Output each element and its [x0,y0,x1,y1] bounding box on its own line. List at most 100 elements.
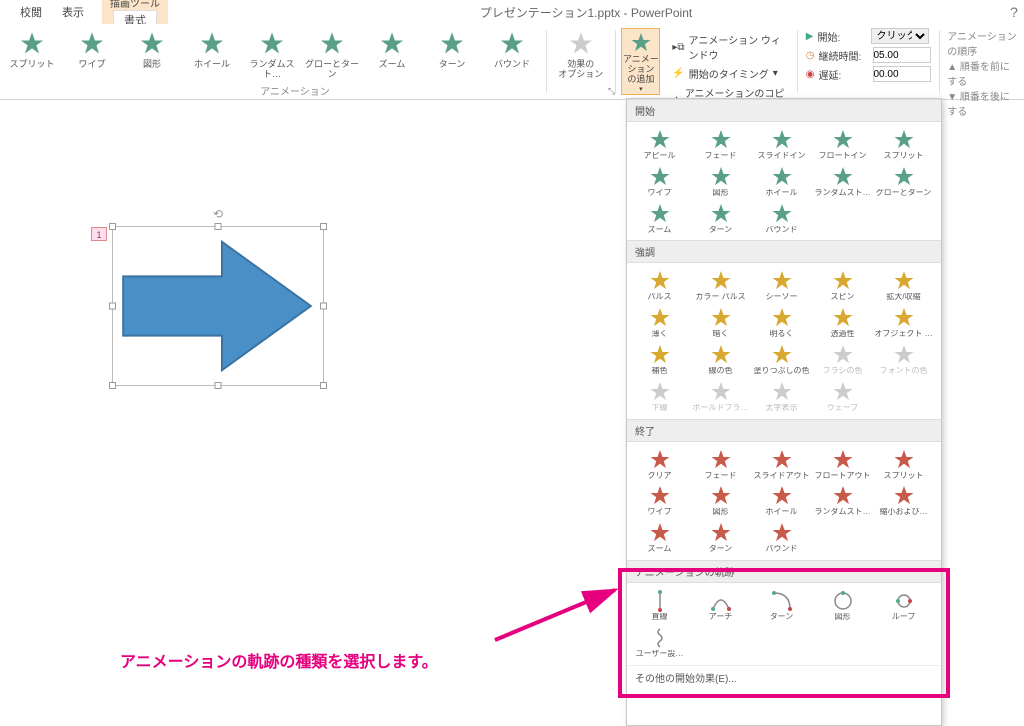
help-button[interactable]: ? [1004,4,1024,20]
dialog-launcher-icon[interactable]: ⤡ [608,86,615,97]
motion-effect[interactable]: ターン [751,587,812,624]
move-later-button[interactable]: ▼ 順番を後にする [947,88,1018,118]
tab-review[interactable]: 校閲 [10,0,52,24]
effect-options-button[interactable]: 効果の オプション [551,28,611,80]
document-title: プレゼンテーション1.pptx - PowerPoint [168,4,1004,21]
pane-icon: ▸⧉ [672,42,684,53]
more-effects[interactable]: その他の開始効果(E)... [627,665,941,689]
emphasis-effect[interactable]: 補色 [629,341,690,378]
emphasis-effect: ブラシの色 [812,341,873,378]
resize-handle[interactable] [215,223,222,230]
entrance-effect[interactable]: グローとターン [873,163,934,200]
start-label: 開始: [817,29,867,44]
trigger-button[interactable]: ⚡開始のタイミング ▾ [672,66,785,81]
emphasis-effect[interactable]: 透過性 [812,304,873,341]
resize-handle[interactable] [320,382,327,389]
exit-effect[interactable]: ターン [690,519,751,556]
emphasis-effect: 下線 [629,378,690,415]
gallery-item[interactable]: ランダムスト… [242,28,302,80]
exit-effect[interactable]: ワイプ [629,482,690,519]
emphasis-effect[interactable]: 線の色 [690,341,751,378]
entrance-effect[interactable]: フロートイン [812,126,873,163]
tool-context-label: 描画ツール [110,0,160,10]
emphasis-effect[interactable]: 暗く [690,304,751,341]
start-select[interactable]: クリック時 [871,28,929,44]
emphasis-effect[interactable]: 塗りつぶしの色 [751,341,812,378]
title-bar: 校閲 表示 描画ツール 書式 プレゼンテーション1.pptx - PowerPo… [0,0,1024,24]
emphasis-effect: ウェーブ [812,378,873,415]
gallery-item[interactable]: バウンド [482,28,542,70]
motion-effect[interactable]: ユーザー設… [629,624,690,661]
emphasis-effect[interactable]: 拡大/収縮 [873,267,934,304]
exit-effect[interactable]: ホイール [751,482,812,519]
motion-effect[interactable]: ループ [873,587,934,624]
animation-pane-button[interactable]: ▸⧉アニメーション ウィンドウ [672,32,785,62]
gallery-item[interactable]: ホイール [182,28,242,70]
arrow-shape-icon [113,227,323,385]
animation-tag[interactable]: 1 [91,227,107,241]
selected-shape[interactable]: 1 ⟲ [112,226,324,386]
duration-input[interactable] [873,47,931,63]
play-icon: ▶ [806,31,814,42]
timing-panel: ▶ 開始: クリック時 ◷ 継続時間: ◉ 遅延: [800,24,937,99]
section-entrance: 開始 [627,99,941,122]
exit-effect[interactable]: ズーム [629,519,690,556]
exit-effect[interactable]: クリア [629,446,690,483]
emphasis-effect[interactable]: スピン [812,267,873,304]
entrance-effect[interactable]: バウンド [751,200,812,237]
duration-label: 継続時間: [819,48,869,63]
gallery-item[interactable]: ターン [422,28,482,70]
entrance-effect[interactable]: フェード [690,126,751,163]
exit-effect[interactable]: 縮小および… [873,482,934,519]
entrance-effect[interactable]: ワイプ [629,163,690,200]
move-earlier-button[interactable]: ▲ 順番を前にする [947,58,1018,88]
resize-handle[interactable] [109,303,116,310]
resize-handle[interactable] [215,382,222,389]
exit-effect[interactable]: バウンド [751,519,812,556]
gallery-item[interactable]: ズーム [362,28,422,70]
annotation-text: アニメーションの軌跡の種類を選択します。 [120,648,438,672]
entrance-effect[interactable]: ホイール [751,163,812,200]
entrance-effect[interactable]: ターン [690,200,751,237]
emphasis-effect[interactable]: 薄く [629,304,690,341]
emphasis-effect: 太字表示 [751,378,812,415]
tab-view[interactable]: 表示 [52,0,94,24]
exit-effect[interactable]: ランダムスト… [812,482,873,519]
entrance-effect[interactable]: ランダムスト… [812,163,873,200]
delay-input[interactable] [873,66,931,82]
resize-handle[interactable] [109,382,116,389]
entrance-effect[interactable]: スプリット [873,126,934,163]
emphasis-effect[interactable]: シーソー [751,267,812,304]
rotation-handle[interactable]: ⟲ [213,207,223,221]
entrance-effect[interactable]: アピール [629,126,690,163]
add-animation-button[interactable]: アニメーション の追加 ▾ [621,28,660,95]
exit-effect[interactable]: フロートアウト [812,446,873,483]
emphasis-effect: ボールドフラ… [690,378,751,415]
motion-effect[interactable]: アーチ [690,587,751,624]
exit-effect[interactable]: 図形 [690,482,751,519]
trigger-icon: ⚡ [672,68,684,79]
delay-icon: ◉ [806,69,815,80]
emphasis-effect[interactable]: パルス [629,267,690,304]
exit-effect[interactable]: フェード [690,446,751,483]
entrance-effect[interactable]: 図形 [690,163,751,200]
resize-handle[interactable] [109,223,116,230]
motion-effect[interactable]: 直線 [629,587,690,624]
clock-icon: ◷ [806,50,815,61]
emphasis-effect[interactable]: 明るく [751,304,812,341]
entrance-effect[interactable]: ズーム [629,200,690,237]
gallery-item[interactable]: ワイプ [62,28,122,70]
resize-handle[interactable] [320,223,327,230]
emphasis-effect[interactable]: オブジェクト … [873,304,934,341]
gallery-item[interactable]: スプリット [2,28,62,70]
gallery-item[interactable]: グローとターン [302,28,362,80]
reorder-panel: アニメーションの順序 ▲ 順番を前にする ▼ 順番を後にする [941,24,1024,99]
exit-effect[interactable]: スプリット [873,446,934,483]
motion-effect[interactable]: 図形 [812,587,873,624]
resize-handle[interactable] [320,303,327,310]
emphasis-effect[interactable]: カラー パルス [690,267,751,304]
reorder-title: アニメーションの順序 [947,28,1018,58]
gallery-item[interactable]: 図形 [122,28,182,70]
exit-effect[interactable]: スライドアウト [751,446,812,483]
entrance-effect[interactable]: スライドイン [751,126,812,163]
